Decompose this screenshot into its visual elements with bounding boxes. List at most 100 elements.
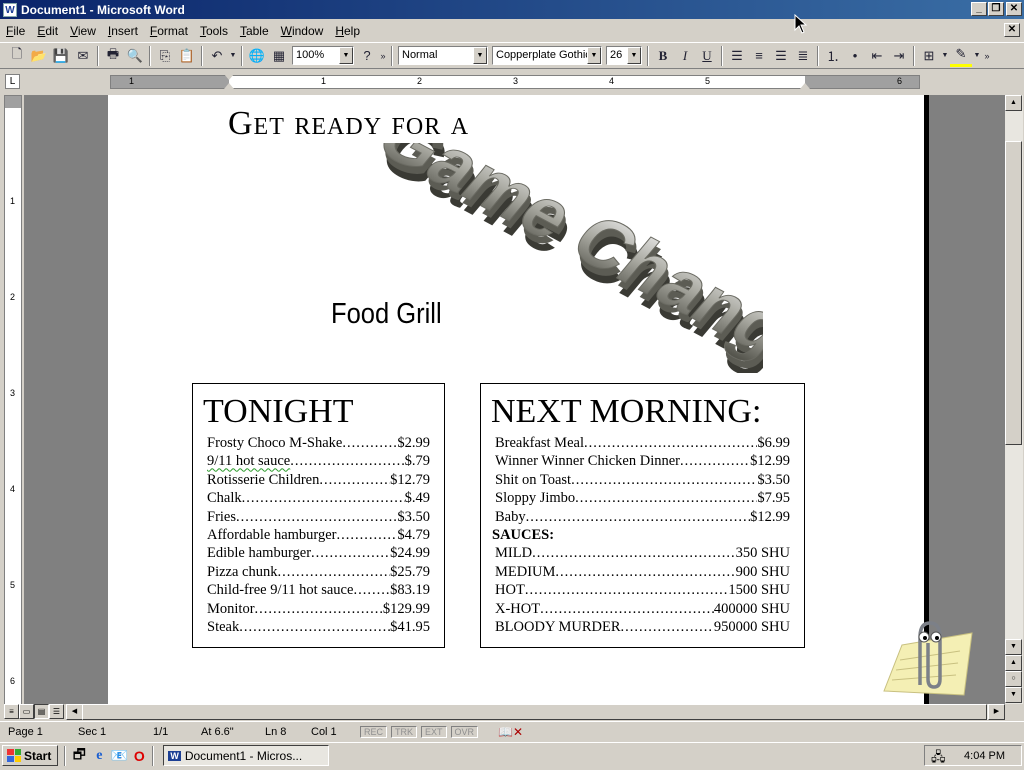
menu-insert[interactable]: Insert <box>102 24 144 38</box>
menu-item: Frosty Choco M-Shake $2.99 <box>193 434 444 452</box>
menu-format[interactable]: Format <box>144 24 194 38</box>
sauce-heat: 900 SHU <box>735 563 790 580</box>
taskbar-item-word[interactable]: W Document1 - Micros... <box>163 745 330 766</box>
font-combo[interactable]: Copperplate Gothic ▼ <box>492 46 602 65</box>
zoom-combo[interactable]: 100% ▼ <box>292 46 354 65</box>
chevron-down-icon[interactable]: ▼ <box>627 47 641 64</box>
network-icon[interactable]: 🖧 <box>931 748 946 770</box>
wordart-game-changer[interactable]: Game Changer! Game Changer! Game Changer… <box>323 143 763 373</box>
open-folder-icon[interactable]: 📂 <box>28 45 50 67</box>
next-page-icon[interactable]: ▼ <box>1005 687 1022 703</box>
menu-window[interactable]: Window <box>275 24 330 38</box>
scroll-left-icon[interactable]: ◀ <box>66 704 83 720</box>
highlight-dropdown-icon[interactable]: ▼ <box>972 45 982 67</box>
tables-icon[interactable]: ▦ <box>268 45 290 67</box>
document-close-button[interactable]: ✕ <box>1004 23 1020 37</box>
ruler-strip[interactable]: 1 1 2 3 4 5 6 <box>110 74 920 89</box>
ext-indicator[interactable]: EXT <box>421 725 447 738</box>
normal-view-icon[interactable]: ≡ <box>4 704 19 719</box>
trk-indicator[interactable]: TRK <box>391 725 418 738</box>
justify-icon[interactable]: ≣ <box>792 45 814 67</box>
dot-leader <box>290 452 404 470</box>
vertical-ruler[interactable]: 1 2 3 4 5 6 <box>4 95 22 705</box>
opera-icon[interactable]: O <box>129 746 149 766</box>
start-button[interactable]: Start <box>2 745 59 766</box>
vertical-scrollbar[interactable]: ▲ ▼ ▲ ○ ▼ <box>1005 95 1023 704</box>
style-combo[interactable]: Normal ▼ <box>398 46 488 65</box>
chevron-down-icon[interactable]: ▼ <box>473 47 487 64</box>
highlight-icon[interactable]: ✎ <box>950 45 972 67</box>
item-price: $129.99 <box>382 600 430 617</box>
print-preview-icon[interactable]: 🔍 <box>124 45 146 67</box>
status-page: Page 1 <box>8 725 43 738</box>
scroll-down-icon[interactable]: ▼ <box>1005 639 1022 655</box>
undo-dropdown-icon[interactable]: ▼ <box>228 45 238 67</box>
email-icon[interactable]: ✉ <box>72 45 94 67</box>
word-app-icon[interactable]: W <box>3 2 17 17</box>
subtitle-food-grill: Food Grill <box>331 298 442 330</box>
spelling-status-icon[interactable]: 📖✕ <box>490 724 531 740</box>
horizontal-scrollbar[interactable]: ◀ ▶ <box>66 704 1005 720</box>
decrease-indent-icon[interactable]: ⇤ <box>866 45 888 67</box>
menu-edit[interactable]: Edit <box>31 24 64 38</box>
web-layout-icon[interactable]: ▭ <box>19 704 34 719</box>
increase-indent-icon[interactable]: ⇥ <box>888 45 910 67</box>
show-desktop-icon[interactable]: 🗗 <box>69 746 89 766</box>
bold-icon[interactable]: B <box>652 45 674 67</box>
menu-item: Chalk $.49 <box>193 489 444 507</box>
scroll-up-icon[interactable]: ▲ <box>1005 95 1022 111</box>
first-line-indent-marker[interactable] <box>224 74 234 80</box>
web-toolbar-icon[interactable]: 🌐 <box>246 45 268 67</box>
office-assistant-clippy[interactable] <box>880 615 975 701</box>
scroll-right-icon[interactable]: ▶ <box>988 704 1005 720</box>
sauce-name: MILD <box>495 545 533 562</box>
more-buttons-icon[interactable]: » <box>982 45 992 67</box>
clock[interactable]: 4:04 PM <box>964 750 1005 762</box>
paste-icon[interactable]: 📋 <box>176 45 198 67</box>
print-icon[interactable]: 🖶 <box>102 45 124 67</box>
italic-icon[interactable]: I <box>674 45 696 67</box>
hanging-indent-marker[interactable] <box>224 83 234 89</box>
font-size-combo[interactable]: 26 ▼ <box>606 46 642 65</box>
hscroll-thumb[interactable] <box>82 704 987 720</box>
title-bar[interactable]: W Document1 - Microsoft Word _ ❐ ✕ <box>0 0 1024 19</box>
copy-icon[interactable]: ⎘ <box>154 45 176 67</box>
rec-indicator[interactable]: REC <box>360 725 388 738</box>
menu-help[interactable]: Help <box>329 24 366 38</box>
ovr-indicator[interactable]: OVR <box>450 725 479 738</box>
borders-icon[interactable]: ⊞ <box>918 45 940 67</box>
minimize-button[interactable]: _ <box>971 2 987 16</box>
save-icon[interactable]: 💾 <box>50 45 72 67</box>
close-button[interactable]: ✕ <box>1006 2 1022 16</box>
restore-button[interactable]: ❐ <box>988 2 1004 16</box>
status-page-count: 1/1 <box>153 725 169 738</box>
help-icon[interactable]: ? <box>356 45 378 67</box>
document-page[interactable]: Get ready for a Game Changer! Game Chang… <box>108 95 924 704</box>
numbering-icon[interactable]: ⒈ <box>822 45 844 67</box>
menu-file[interactable]: File <box>0 24 31 38</box>
outlook-express-icon[interactable]: 📧 <box>109 746 129 766</box>
print-layout-icon[interactable]: ▤ <box>34 704 49 719</box>
new-document-icon[interactable]: 🗋 <box>6 45 28 67</box>
chevron-down-icon[interactable]: ▼ <box>339 47 353 64</box>
undo-icon[interactable]: ↶ <box>206 45 228 67</box>
item-price: $7.95 <box>757 490 790 507</box>
menu-tools[interactable]: Tools <box>194 24 234 38</box>
menu-table[interactable]: Table <box>234 24 275 38</box>
more-buttons-icon[interactable]: » <box>378 45 388 67</box>
scroll-thumb[interactable] <box>1005 141 1022 445</box>
previous-page-icon[interactable]: ▲ <box>1005 655 1022 671</box>
right-indent-marker[interactable] <box>800 83 810 89</box>
bullets-icon[interactable]: • <box>844 45 866 67</box>
align-right-icon[interactable]: ☰ <box>770 45 792 67</box>
select-browse-object-icon[interactable]: ○ <box>1005 671 1022 687</box>
internet-explorer-icon[interactable]: e <box>89 746 109 766</box>
tab-selector-icon[interactable]: L <box>5 74 20 89</box>
underline-icon[interactable]: U <box>696 45 718 67</box>
outline-view-icon[interactable]: ☰ <box>49 704 64 719</box>
chevron-down-icon[interactable]: ▼ <box>587 47 601 64</box>
align-center-icon[interactable]: ≡ <box>748 45 770 67</box>
align-left-icon[interactable]: ☰ <box>726 45 748 67</box>
borders-dropdown-icon[interactable]: ▼ <box>940 45 950 67</box>
menu-view[interactable]: View <box>64 24 102 38</box>
